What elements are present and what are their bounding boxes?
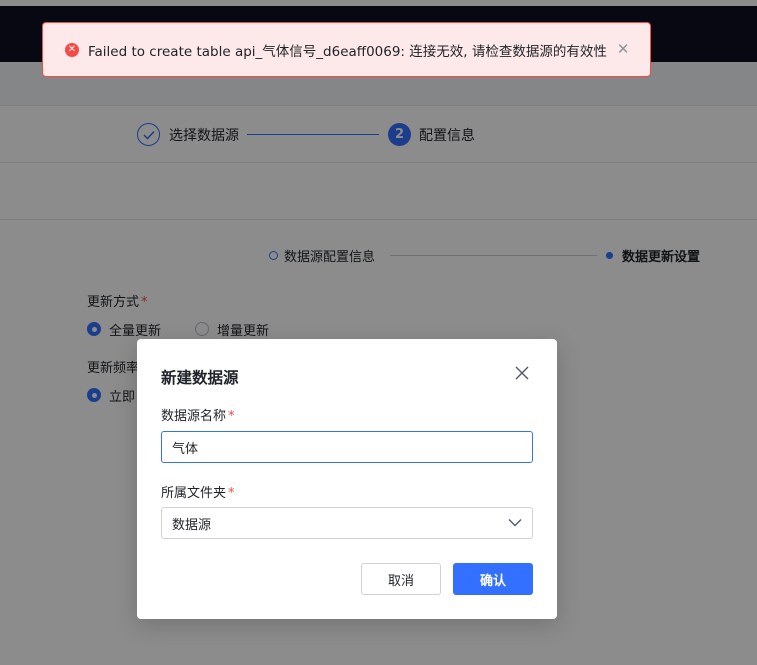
- cancel-button[interactable]: 取消: [361, 563, 441, 595]
- folder-select[interactable]: 数据源: [161, 507, 533, 539]
- datasource-name-input[interactable]: [161, 431, 533, 463]
- folder-select-value: 数据源: [172, 517, 212, 533]
- close-icon[interactable]: [513, 364, 531, 382]
- error-toast: ✕ Failed to create table api_气体信号_d6eaff…: [42, 22, 651, 77]
- new-datasource-dialog: 新建数据源 数据源名称* 所属文件夹* 数据源 取消 确认: [137, 339, 557, 619]
- toast-message: Failed to create table api_气体信号_d6eaff00…: [88, 43, 607, 60]
- confirm-button[interactable]: 确认: [453, 563, 533, 595]
- toast-close-icon[interactable]: ✕: [617, 42, 630, 57]
- chevron-down-icon: [508, 515, 522, 531]
- datasource-name-label: 数据源名称 *: [161, 409, 235, 424]
- folder-label: 所属文件夹 *: [161, 486, 235, 501]
- dialog-title: 新建数据源: [161, 369, 239, 387]
- error-circle-icon: ✕: [65, 42, 79, 57]
